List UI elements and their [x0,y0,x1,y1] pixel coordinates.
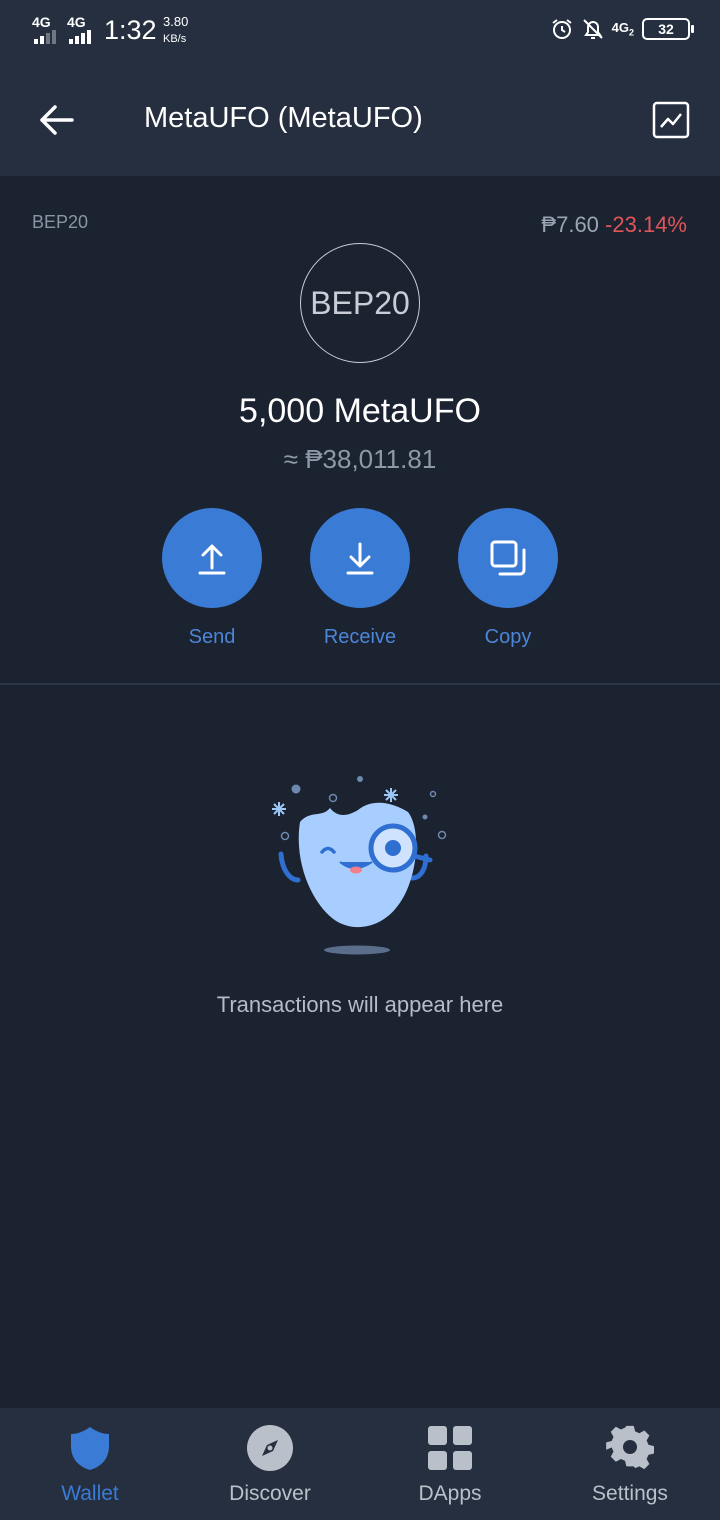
receive-button-circle[interactable] [310,508,410,608]
fiat-value: ≈ ₱38,011.81 [283,444,437,474]
back-button[interactable] [30,98,82,142]
nav-item-dapps[interactable]: DApps [360,1408,540,1520]
nav-item-wallet[interactable]: Wallet [0,1408,180,1520]
nav-label-dapps: DApps [418,1482,482,1505]
receive-label: Receive [323,626,397,648]
arrow-left-icon [40,105,74,135]
nav-label-settings: Settings [592,1482,668,1505]
speed-unit: KB/s [163,33,187,45]
empty-state-message: Transactions will appear here [216,992,504,1017]
send-button[interactable]: Send [162,508,262,649]
copy-button[interactable]: Copy [458,508,558,649]
network-type-label: 4G [32,14,51,30]
network-indicator-1: 4G [32,14,51,30]
speed-value: 3.80 [163,14,189,29]
section-divider [0,683,720,685]
token-logo: BEP20 [300,243,420,363]
notifications-off-icon [582,19,603,39]
copy-icon [490,540,526,576]
battery-indicator: 32 [642,18,694,40]
battery-level: 32 [658,21,674,37]
app-header: MetaUFO (MetaUFO) [0,64,720,176]
copy-button-circle[interactable] [458,508,558,608]
chart-line-icon [652,101,690,139]
gear-icon [606,1425,654,1470]
bottom-nav: Wallet Discover DApps Settings [0,1408,720,1520]
network-indicator-2: 4G [67,14,86,30]
searching-mascot-illustration [272,776,447,955]
signal-bars-icon [34,30,56,44]
signal-bars-icon [69,30,91,44]
token-price: ₱7.60 [541,212,599,237]
network-sub-label: 2 [628,27,634,38]
receive-button[interactable]: Receive [310,508,410,649]
nav-label-discover: Discover [229,1482,311,1505]
arrow-up-icon [198,544,226,575]
status-time: 1:32 [104,15,157,45]
alarm-icon [552,19,572,39]
network-label: BEP20 [32,212,89,232]
network-type-label: 4G [67,14,86,30]
token-logo-text: BEP20 [310,284,410,321]
status-bar: 4G 4G 1:32 3.80 KB/s 4G2 32 [0,0,720,64]
arrow-down-icon [346,542,374,575]
page-title: MetaUFO (MetaUFO) [144,102,423,134]
nav-item-settings[interactable]: Settings [540,1408,720,1520]
status-icons: 4G2 32 [550,17,694,41]
price-info: ₱7.60 -23.14% [541,212,687,238]
send-button-circle[interactable] [162,508,262,608]
network-speed: 3.80 KB/s [163,14,188,47]
price-chart-button[interactable] [652,101,690,139]
shield-icon [71,1427,109,1470]
compass-icon [247,1425,293,1471]
nav-item-discover[interactable]: Discover [180,1408,360,1520]
grid-icon [428,1426,472,1470]
nav-label-wallet: Wallet [61,1482,119,1505]
network-indicator-3: 4G2 [612,20,634,38]
send-label: Send [188,626,236,648]
copy-label: Copy [484,626,532,648]
token-balance: 5,000 MetaUFO [239,392,481,430]
network-type-label: 4G [611,20,629,36]
price-change: -23.14% [605,212,687,237]
